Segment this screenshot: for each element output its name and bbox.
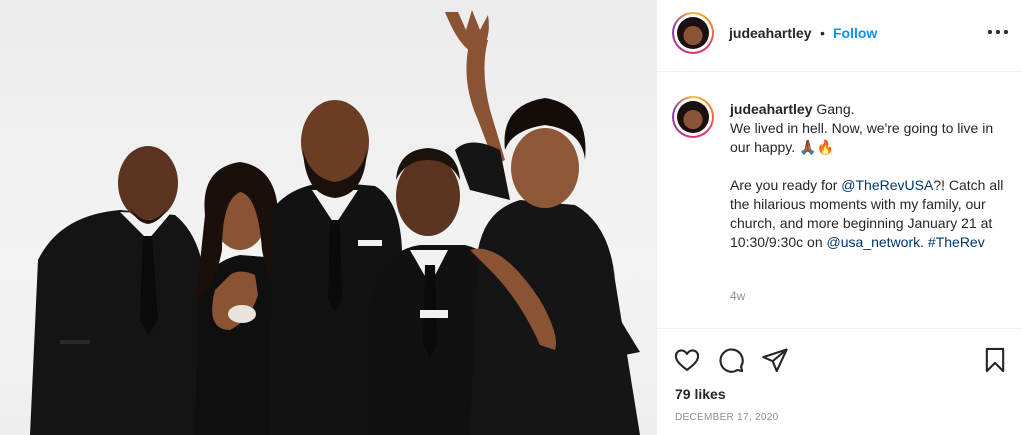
person-right-woman: [445, 10, 640, 435]
follow-button[interactable]: Follow: [833, 25, 877, 41]
post-date[interactable]: DECEMBER 17, 2020: [675, 412, 778, 423]
profile-avatar-icon[interactable]: [672, 12, 714, 54]
post-sidebar: judeahartley • Follow judeahartley Gang.…: [656, 0, 1022, 435]
caption-username[interactable]: judeahartley: [730, 101, 812, 117]
comment-icon[interactable]: [717, 346, 745, 374]
person-left-man: [30, 146, 210, 435]
share-icon[interactable]: [761, 346, 789, 374]
hashtag-therev[interactable]: #TheRev: [928, 234, 985, 250]
mention-usa-network[interactable]: @usa_network: [827, 234, 921, 250]
bookmark-icon[interactable]: [981, 346, 1009, 374]
time-ago[interactable]: 4w: [730, 289, 745, 303]
caption-avatar-icon[interactable]: [672, 96, 714, 138]
caption-comment: judeahartley Gang. We lived in hell. Now…: [657, 74, 1022, 324]
post-actions: 79 likes DECEMBER 17, 2020: [657, 328, 1022, 435]
likes-count[interactable]: 79 likes: [675, 386, 726, 402]
more-options-icon[interactable]: [987, 22, 1009, 42]
heart-icon[interactable]: [673, 346, 701, 374]
author-username[interactable]: judeahartley: [729, 25, 811, 41]
caption-sep: .: [920, 234, 928, 250]
post-photo[interactable]: [0, 0, 656, 435]
cast-photo-illustration: [30, 10, 640, 435]
mention-therevusa[interactable]: @TheRevUSA: [841, 177, 933, 193]
separator-dot: •: [820, 25, 825, 41]
caption-line1: Gang.: [816, 101, 855, 117]
caption-text: judeahartley Gang. We lived in hell. Now…: [730, 100, 1005, 252]
post-header: judeahartley • Follow: [657, 0, 1022, 72]
caption-line3-prefix: Are you ready for: [730, 177, 842, 193]
caption-line2: We lived in hell. Now, we're going to li…: [730, 120, 994, 155]
